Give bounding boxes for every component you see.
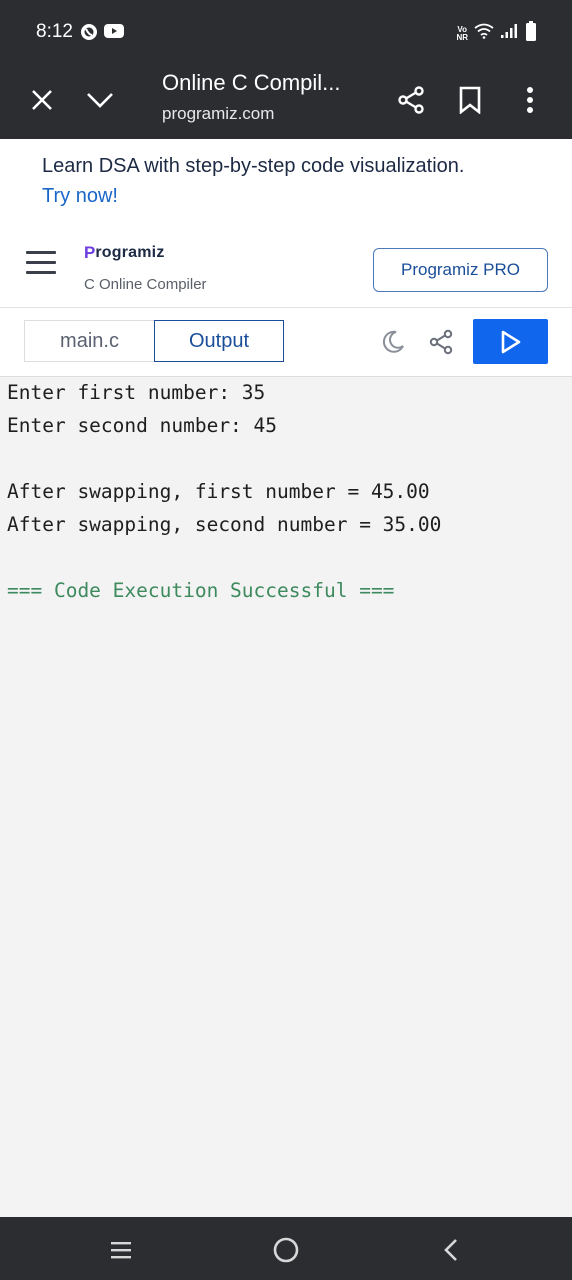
tab-output[interactable]: Output — [154, 320, 284, 362]
battery-icon — [526, 21, 536, 46]
bookmark-button[interactable] — [452, 82, 488, 118]
output-line: After swapping, first number = 45.00 — [7, 480, 430, 503]
recent-apps-button[interactable] — [104, 1233, 138, 1267]
share-button[interactable] — [393, 82, 429, 118]
promo-text: Learn DSA with step-by-step code visuali… — [42, 155, 465, 177]
dark-mode-toggle[interactable] — [379, 328, 407, 356]
close-tab-button[interactable] — [24, 82, 60, 118]
output-console: Enter first number: 35 Enter second numb… — [7, 376, 567, 607]
back-chevron-icon — [444, 1239, 457, 1261]
back-button[interactable] — [434, 1233, 468, 1267]
tab-main-c[interactable]: main.c — [24, 320, 155, 362]
share-icon — [429, 329, 453, 355]
browser-page-title: Online C Compil... — [162, 70, 341, 95]
system-navigation-bar — [0, 1217, 572, 1280]
share-icon — [398, 86, 424, 114]
minimize-tab-button[interactable] — [82, 82, 118, 118]
editor-toolbar: main.c Output — [0, 308, 572, 377]
output-line: After swapping, second number = 35.00 — [7, 513, 442, 536]
programiz-pro-button[interactable]: Programiz PRO — [373, 248, 548, 292]
programiz-logo[interactable]: P rogramiz — [84, 243, 165, 263]
browser-toolbar: Online C Compil... programiz.com — [0, 62, 572, 139]
compiler-subtitle: C Online Compiler — [84, 276, 207, 293]
bookmark-icon — [459, 86, 481, 114]
play-icon — [501, 330, 520, 353]
output-line: Enter second number: 45 — [7, 414, 278, 437]
menu-icon[interactable] — [26, 251, 56, 279]
status-time: 8:12 — [36, 21, 73, 42]
status-right-icons: Vo NR — [456, 21, 536, 46]
wifi-icon — [474, 23, 494, 44]
home-button[interactable] — [269, 1233, 303, 1267]
signal-icon — [500, 23, 520, 44]
recent-apps-icon — [111, 1242, 131, 1259]
chevron-down-icon — [87, 93, 113, 108]
output-line: Enter first number: 35 — [7, 381, 266, 404]
promo-banner: Learn DSA with step-by-step code visuali… — [0, 139, 572, 225]
promo-link[interactable]: Try now! — [42, 185, 118, 208]
execution-status: === Code Execution Successful === — [7, 579, 395, 602]
run-button[interactable] — [473, 319, 548, 364]
logo-initial: P — [84, 243, 96, 262]
site-header: P rogramiz C Online Compiler Programiz P… — [0, 225, 572, 308]
more-options-button[interactable] — [512, 82, 548, 118]
whatsapp-icon — [80, 23, 98, 46]
browser-url: programiz.com — [162, 104, 275, 123]
logo-text: rogramiz — [95, 244, 165, 261]
share-code-button[interactable] — [427, 328, 455, 356]
moon-icon — [382, 330, 404, 353]
more-vertical-icon — [527, 87, 533, 113]
status-left-icons — [80, 23, 124, 46]
status-bar: 8:12 Vo NR — [0, 0, 572, 62]
home-circle-icon — [273, 1237, 299, 1263]
close-icon — [32, 90, 52, 110]
volte-icon: Vo NR — [456, 24, 468, 42]
youtube-icon — [104, 23, 124, 46]
